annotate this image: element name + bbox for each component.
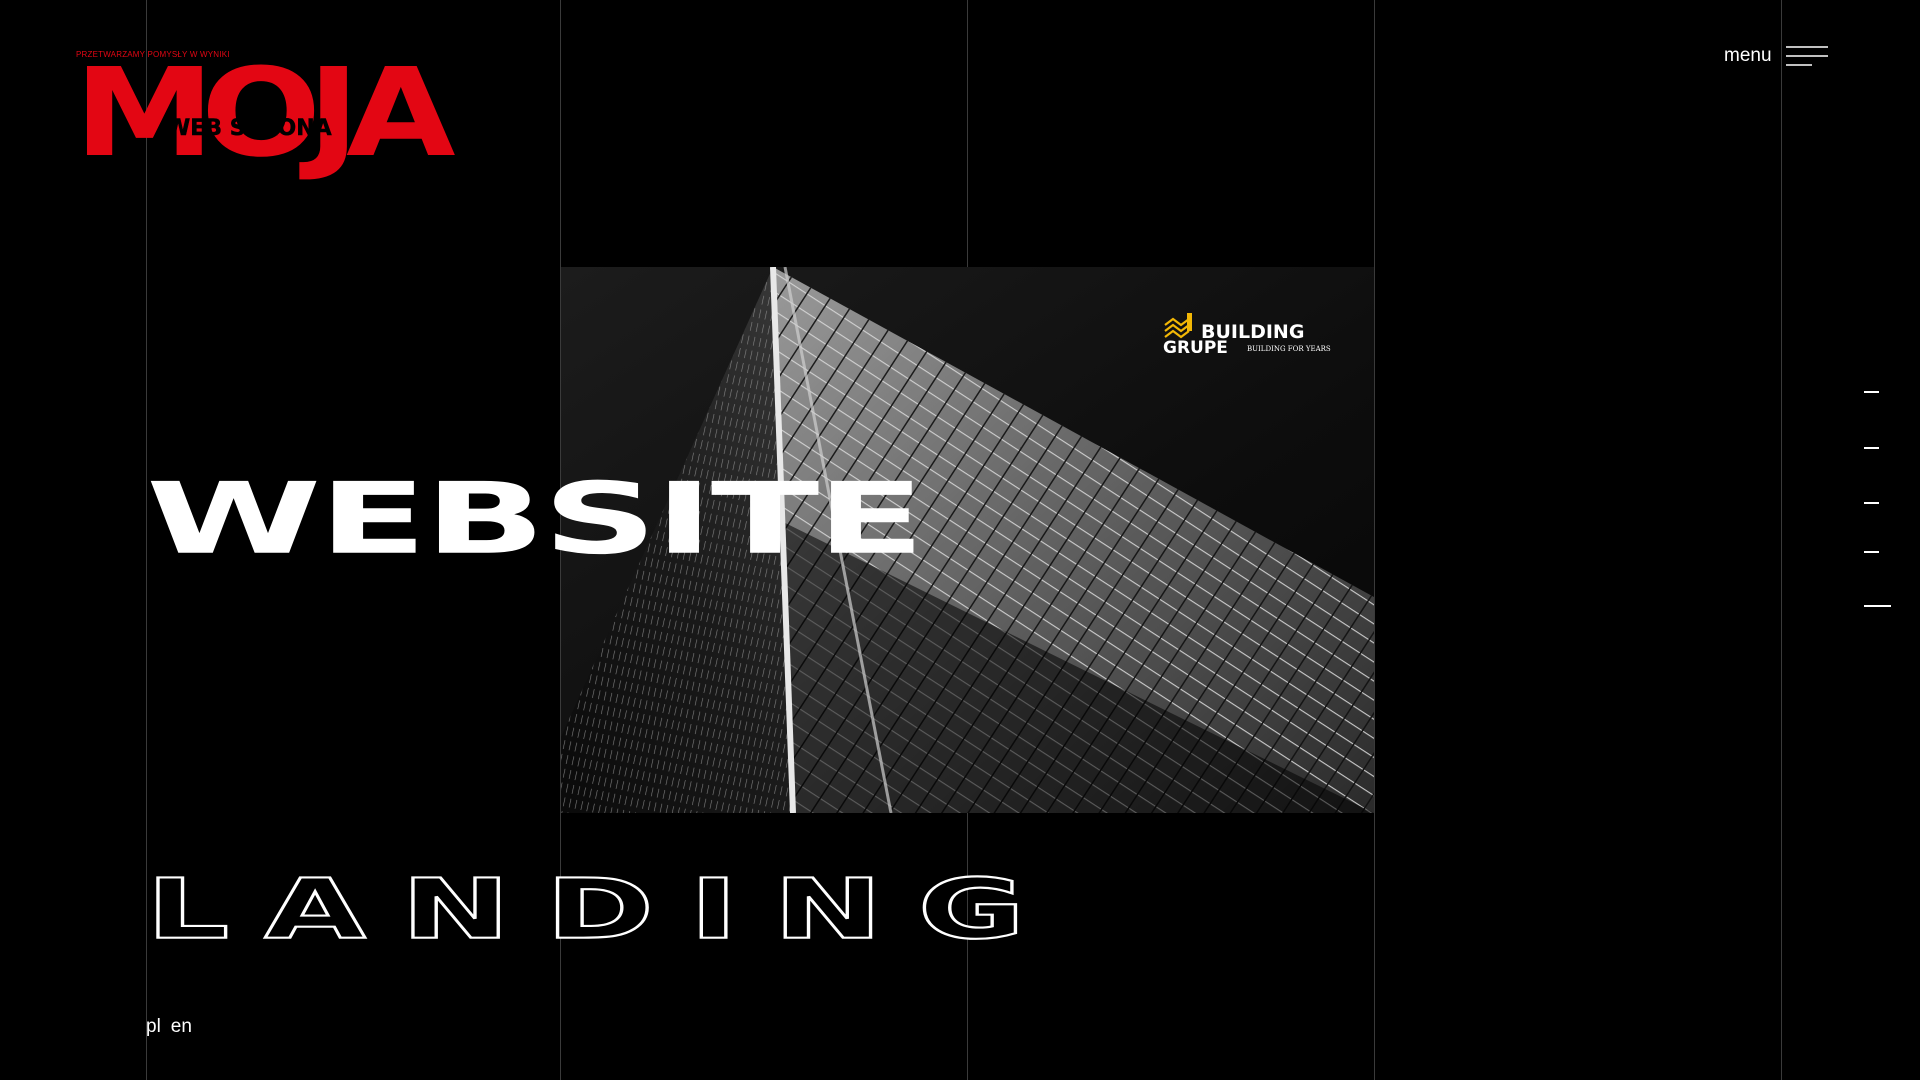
pager-dot-3[interactable] bbox=[1864, 502, 1879, 504]
pager-dot-1[interactable] bbox=[1864, 391, 1879, 393]
language-option-en[interactable]: en bbox=[171, 1016, 192, 1038]
logo-subtitle: WEB STRONA bbox=[166, 116, 332, 141]
brand-tagline: BUILDING FOR YEARS bbox=[1247, 345, 1331, 353]
pager-dot-2[interactable] bbox=[1864, 447, 1879, 449]
logo-wordmark: MOJA bbox=[74, 42, 456, 184]
headline-website: WEBSITE bbox=[146, 462, 925, 577]
client-brand-logo: BUILDING GRUPE BUILDING FOR YEARS bbox=[1161, 311, 1331, 367]
pager-dot-4[interactable] bbox=[1864, 551, 1879, 553]
language-switch: pl en bbox=[146, 1016, 192, 1038]
brand-name-grupe: GRUPE bbox=[1163, 338, 1228, 358]
menu-label: menu bbox=[1724, 45, 1772, 66]
site-logo[interactable]: PRZETWARZAMY POMYSŁY W WYNIKI MOJA WEB S… bbox=[74, 48, 456, 174]
hamburger-icon bbox=[1785, 46, 1828, 66]
language-option-pl[interactable]: pl bbox=[146, 1016, 161, 1038]
pager-dot-5-active[interactable] bbox=[1864, 605, 1891, 607]
slide-pager bbox=[1860, 0, 1900, 1080]
guide-line bbox=[1781, 0, 1782, 1080]
guide-line bbox=[1374, 0, 1375, 1080]
headline-landing: LANDING bbox=[144, 861, 1061, 958]
menu-button[interactable]: menu bbox=[1724, 44, 1828, 68]
